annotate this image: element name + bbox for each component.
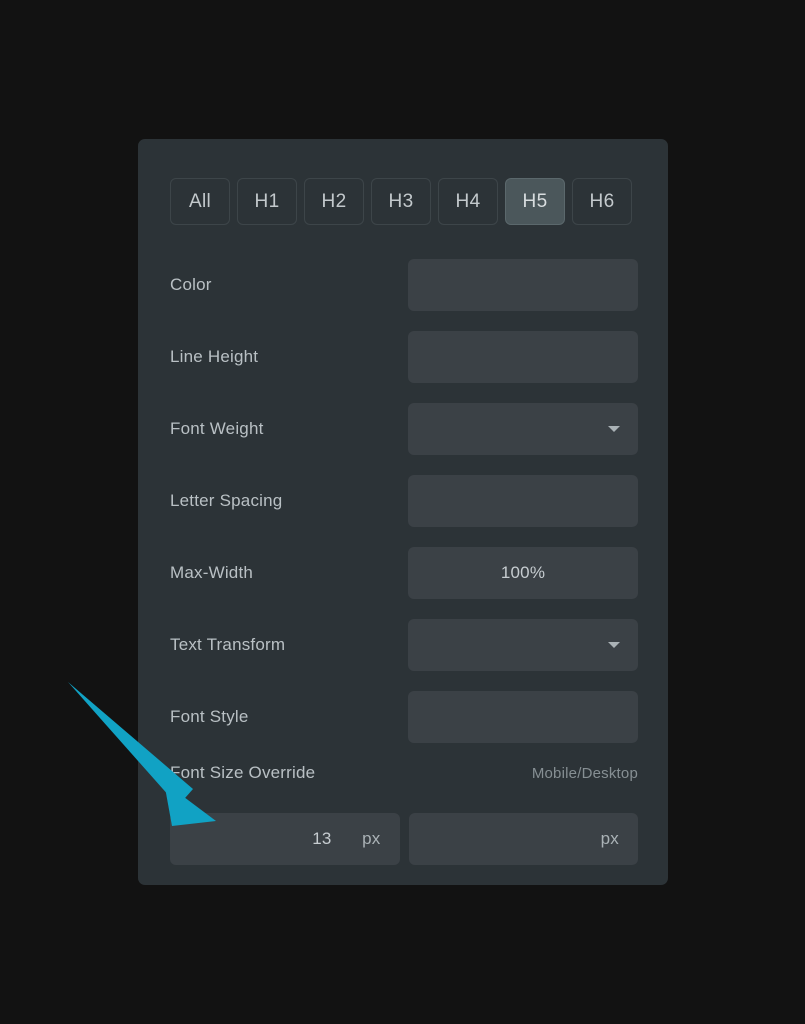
property-row-font-weight: Font Weight (170, 403, 638, 455)
heading-level-tabs: All H1 H2 H3 H4 H5 H6 (170, 178, 632, 225)
text-transform-select[interactable] (408, 619, 638, 671)
typography-settings-panel: All H1 H2 H3 H4 H5 H6 Color Line Height (138, 139, 668, 885)
font-style-label: Font Style (170, 707, 249, 726)
font-size-override-mobile-unit: px (362, 829, 381, 848)
font-size-override-desktop-input[interactable]: px (408, 813, 638, 865)
chevron-down-icon (608, 642, 620, 648)
line-height-label: Line Height (170, 347, 259, 366)
property-row-line-height: Line Height (170, 331, 638, 383)
tab-h6[interactable]: H6 (572, 178, 632, 225)
tab-all[interactable]: All (170, 178, 230, 225)
max-width-input[interactable]: 100% (408, 547, 638, 599)
tab-h1[interactable]: H1 (237, 178, 297, 225)
letter-spacing-input[interactable] (408, 475, 638, 527)
text-transform-label: Text Transform (170, 635, 286, 654)
tab-h6-label: H6 (589, 191, 615, 212)
font-size-override-header: Font Size Override Mobile/Desktop (170, 763, 638, 793)
property-row-color: Color (170, 259, 638, 311)
tab-h4-label: H4 (455, 191, 481, 212)
property-row-max-width: Max-Width 100% (170, 547, 638, 599)
tab-h5[interactable]: H5 (505, 178, 565, 225)
line-height-input[interactable] (408, 331, 638, 383)
property-row-font-style: Font Style (170, 691, 638, 743)
tab-h5-label: H5 (522, 191, 548, 212)
font-weight-select[interactable] (408, 403, 638, 455)
font-size-override-desktop-unit: px (600, 829, 619, 848)
font-size-override-inputs: 13 px px (170, 813, 638, 865)
font-size-override-label: Font Size Override (170, 763, 316, 782)
color-input[interactable] (408, 259, 638, 311)
mobile-desktop-label: Mobile/Desktop (531, 765, 638, 782)
property-row-letter-spacing: Letter Spacing (170, 475, 638, 527)
tab-h4[interactable]: H4 (438, 178, 498, 225)
chevron-down-icon (608, 426, 620, 432)
max-width-value: 100% (500, 563, 546, 582)
letter-spacing-label: Letter Spacing (170, 491, 283, 510)
font-size-override-mobile-input[interactable]: 13 px (170, 813, 400, 865)
color-label: Color (170, 275, 212, 294)
font-style-input[interactable] (408, 691, 638, 743)
font-weight-label: Font Weight (170, 419, 264, 438)
max-width-label: Max-Width (170, 563, 254, 582)
tab-h1-label: H1 (254, 191, 280, 212)
tab-h3[interactable]: H3 (371, 178, 431, 225)
tab-all-label: All (188, 191, 211, 212)
tab-h2[interactable]: H2 (304, 178, 364, 225)
tab-h2-label: H2 (321, 191, 347, 212)
font-size-override-mobile-value: 13 (312, 829, 332, 848)
tab-h3-label: H3 (388, 191, 414, 212)
property-row-text-transform: Text Transform (170, 619, 638, 671)
